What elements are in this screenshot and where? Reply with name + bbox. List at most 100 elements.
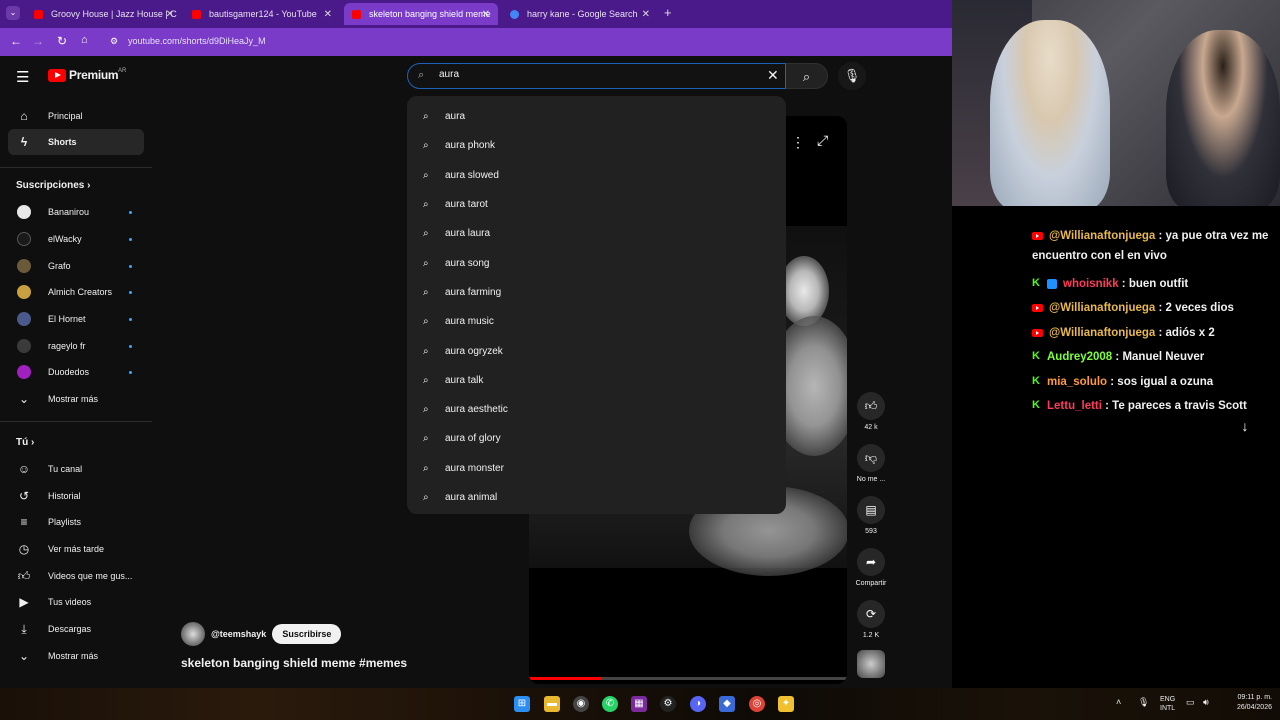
comments-button[interactable]: ▤ 593 [848,496,894,535]
browser-tab[interactable]: Groovy House | Jazz House | C ✕ [26,3,182,25]
search-suggestion[interactable]: ⌕ aura tarot [407,190,786,219]
sidebar-item-historial[interactable]: ↺ Historial [8,483,144,509]
scroll-down-icon[interactable]: ↓ [1236,418,1254,436]
chat-username[interactable]: @Willianaftonjuega [1049,327,1155,339]
sidebar-item-shorts[interactable]: ϟ Shorts [8,129,144,155]
search-suggestion[interactable]: ⌕ aura song [407,248,786,277]
sidebar-item-subscription[interactable]: elWacky [8,226,144,252]
whatsapp-icon[interactable]: ✆ [602,696,618,712]
close-tab-icon[interactable]: ✕ [642,9,650,20]
sidebar-item-tus-videos[interactable]: ▶ Tus videos [8,589,144,615]
clear-search-icon[interactable]: ✕ [767,67,779,84]
windows-taskbar: ⊞ ▬ ◉ ✆ ▦ ⚙ ◑ ◆ ◎ ✦ ˄ 🎙︎ ENG INTL ▭ 🔊︎ 09… [0,688,1280,720]
search-suggestion[interactable]: ⌕ aura of glory [407,424,786,453]
subscribe-button[interactable]: Suscribirse [272,624,342,644]
browser-tab[interactable]: bautisgamer124 - YouTube ✕ [184,3,340,25]
show-more-button[interactable]: ⌄ Mostrar más [8,386,144,412]
app-icon[interactable]: ▦ [631,696,647,712]
sidebar-item-ver-mas-tarde[interactable]: ◷ Ver más tarde [8,536,144,562]
chrome-icon[interactable]: ◎ [749,696,765,712]
chat-username[interactable]: mia_solulo [1047,376,1107,388]
expand-icon[interactable]: ⤢ [817,132,828,149]
search-suggestion[interactable]: ⌕ aura [407,102,786,131]
more-options-icon[interactable]: ⋮ [791,134,805,151]
search-suggestion[interactable]: ⌕ aura slowed [407,161,786,190]
chat-username[interactable]: Lettu_letti [1047,400,1102,412]
chevron-up-icon[interactable]: ˄ [1116,697,1121,707]
search-suggestion[interactable]: ⌕ aura animal [407,483,786,512]
show-more-button[interactable]: ⌄ Mostrar más [8,643,144,669]
search-suggestion[interactable]: ⌕ aura ogryzek [407,336,786,365]
search-box[interactable]: ⌕ ✕ [407,63,786,89]
search-suggestion[interactable]: ⌕ aura monster [407,454,786,483]
obs-icon[interactable]: ◉ [573,696,589,712]
search-button[interactable]: ⌕ [786,63,828,89]
sidebar-item-subscription[interactable]: Grafo [8,253,144,279]
sidebar-item-liked-videos[interactable]: 👍︎ Videos que me gus... [8,563,144,589]
search-suggestion[interactable]: ⌕ aura laura [407,219,786,248]
search-suggestion[interactable]: ⌕ aura aesthetic [407,395,786,424]
app-icon[interactable]: ◆ [719,696,735,712]
sidebar-item-playlists[interactable]: ≡ Playlists [8,509,144,535]
channel-avatar [17,285,31,299]
sidebar-item-principal[interactable]: ⌂ Principal [8,103,144,129]
close-tab-icon[interactable]: ✕ [166,9,174,20]
search-suggestion[interactable]: ⌕ aura music [407,307,786,336]
chat-username[interactable]: Audrey2008 [1047,351,1112,363]
new-content-dot [129,290,132,294]
channel-avatar[interactable] [181,622,205,646]
like-button[interactable]: 👍︎ 42 k [848,392,894,431]
sidebar-item-subscription[interactable]: El Hornet [8,306,144,332]
channel-name[interactable]: @teemshayk [211,629,266,639]
browser-tab[interactable]: harry kane - Google Search ✕ [502,3,658,25]
sidebar-item-label: elWacky [48,234,82,244]
new-content-dot [129,317,132,321]
you-heading[interactable]: Tú › [16,437,34,448]
dislike-button[interactable]: 👎︎ No me ... [848,444,894,483]
browser-tab-active[interactable]: skeleton banging shield meme ✕ [344,3,498,25]
search-icon: ⌕ [423,345,429,357]
suggestion-text: aura aesthetic [445,404,508,416]
network-icon[interactable]: ▭ [1186,697,1195,708]
steam-icon[interactable]: ⚙ [660,696,676,712]
suggestion-text: aura [445,111,466,123]
chat-username[interactable]: whoisnikk [1063,278,1119,290]
sidebar-item-subscription[interactable]: Bananirou [8,199,144,225]
tab-search-button[interactable]: ⌄ [6,6,20,20]
close-tab-icon[interactable]: ✕ [324,9,332,20]
share-button[interactable]: ➦ Compartir [848,548,894,587]
progress-bar[interactable] [529,677,847,680]
volume-icon[interactable]: 🔊︎ [1203,697,1209,708]
discord-icon[interactable]: ◑ [690,696,706,712]
remix-button[interactable]: ⟳ 1.2 K [848,600,894,639]
sidebar-item-descargas[interactable]: ⤓ Descargas [8,616,144,642]
close-tab-icon[interactable]: ✕ [482,9,490,20]
site-info-icon[interactable]: ⚙ [110,36,118,47]
sound-thumbnail[interactable] [848,650,894,678]
system-clock[interactable]: 09:11 p. m. 26/04/2026 [1222,693,1272,713]
voice-search-button[interactable]: 🎙︎ [838,62,866,90]
language-indicator[interactable]: ENG INTL [1160,695,1175,713]
search-input[interactable] [439,69,759,80]
search-suggestion[interactable]: ⌕ aura farming [407,278,786,307]
microphone-icon[interactable]: 🎙︎ [1138,697,1149,708]
sidebar-item-label: Descargas [48,624,92,634]
sidebar-item-subscription[interactable]: rageylo fr [8,333,144,359]
search-suggestion[interactable]: ⌕ aura phonk [407,131,786,160]
home-icon[interactable]: ⌂ [81,34,88,46]
file-explorer-icon[interactable]: ▬ [544,696,560,712]
chat-username[interactable]: @Willianaftonjuega [1049,230,1155,242]
sidebar-item-subscription[interactable]: Duodedos [8,359,144,385]
sidebar-item-tu-canal[interactable]: ☺ Tu canal [8,456,144,482]
new-tab-button[interactable]: + [664,5,672,20]
chat-username[interactable]: @Willianaftonjuega [1049,302,1155,314]
back-arrow-icon[interactable]: ← [10,34,22,48]
reload-icon[interactable]: ↻ [57,34,67,48]
address-bar[interactable]: youtube.com/shorts/d9DiHeaJy_M [128,36,266,46]
subscriptions-heading[interactable]: Suscripciones › [16,180,90,191]
sidebar-item-subscription[interactable]: Almich Creators [8,279,144,305]
app-icon[interactable]: ✦ [778,696,794,712]
forward-arrow-icon[interactable]: → [32,34,44,48]
start-icon[interactable]: ⊞ [514,696,530,712]
search-suggestion[interactable]: ⌕ aura talk [407,366,786,395]
